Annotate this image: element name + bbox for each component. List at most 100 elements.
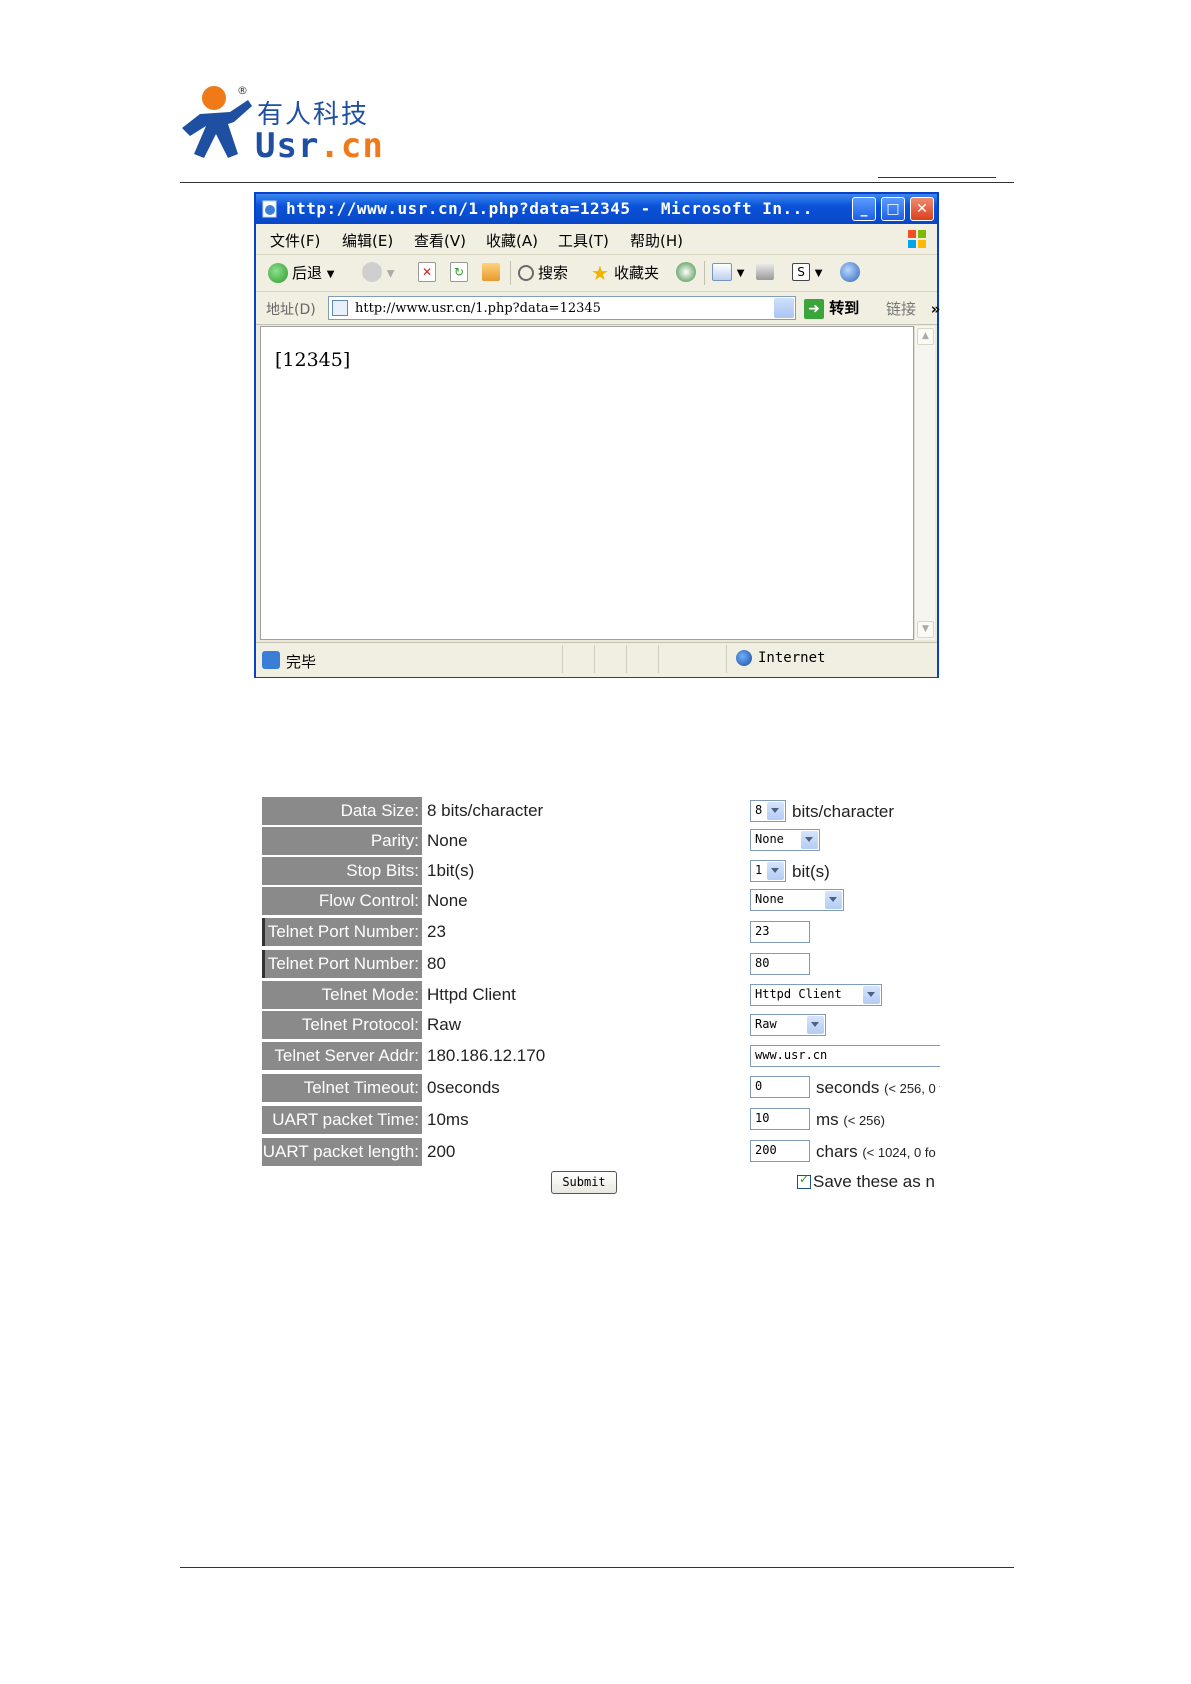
toolbar-separator bbox=[704, 261, 705, 285]
current-parity: None bbox=[427, 831, 468, 850]
links-button[interactable]: 链接 » bbox=[886, 298, 941, 319]
packet-length-clip: 200 chars (< 1024, 0 fo bbox=[750, 1138, 940, 1168]
chevron-down-icon bbox=[825, 891, 842, 909]
submit-button[interactable]: Submit bbox=[551, 1171, 617, 1194]
title-bar[interactable]: http://www.usr.cn/1.php?data=12345 - Mic… bbox=[256, 194, 937, 224]
close-button[interactable]: ✕ bbox=[910, 197, 934, 221]
status-text: 完毕 bbox=[286, 653, 317, 671]
browser-window: http://www.usr.cn/1.php?data=12345 - Mic… bbox=[254, 192, 941, 678]
go-arrow-icon: ➜ bbox=[804, 298, 824, 319]
messenger-button[interactable] bbox=[840, 262, 860, 284]
header-rule bbox=[180, 182, 1014, 183]
toolbar: 后退 ▼ ▼ ✕ ↻ 搜索 ★ 收藏夹 ▼ S ▼ bbox=[256, 255, 937, 292]
stop-icon: ✕ bbox=[418, 262, 436, 282]
label-server-addr: Telnet Server Addr: bbox=[262, 1042, 422, 1070]
chevron-down-icon bbox=[767, 802, 784, 820]
search-icon bbox=[518, 264, 534, 281]
history-icon bbox=[676, 262, 696, 282]
chevron-down-icon bbox=[767, 862, 784, 880]
current-stop-bits: 1bit(s) bbox=[427, 861, 475, 880]
serial-settings-form: Data Size: Parity: Stop Bits: Flow Contr… bbox=[262, 792, 942, 1202]
label-parity: Parity: bbox=[262, 827, 422, 855]
flow-control-select[interactable]: None bbox=[750, 889, 844, 911]
favorites-button[interactable]: ★ 收藏夹 bbox=[590, 262, 659, 284]
close-icon: ✕ bbox=[916, 201, 928, 217]
parity-select[interactable]: None bbox=[750, 829, 820, 851]
telnet-timeout-unit: seconds (< 256, 0 f bbox=[816, 1078, 940, 1098]
server-addr-value: www.usr.cn bbox=[755, 1048, 828, 1062]
header-short-rule bbox=[878, 177, 996, 178]
menu-tools[interactable]: 工具(T) bbox=[558, 230, 609, 251]
mail-button[interactable]: ▼ bbox=[712, 262, 744, 284]
timeout-clip: 0 seconds (< 256, 0 f bbox=[750, 1074, 940, 1104]
save-label-clip: Save these as n bbox=[813, 1170, 940, 1196]
remote-port-input[interactable]: 80 bbox=[750, 953, 810, 975]
label-packet-time: UART packet Time: bbox=[262, 1106, 422, 1134]
scroll-up-icon[interactable]: ▲ bbox=[917, 328, 934, 345]
telnet-protocol-select[interactable]: Raw bbox=[750, 1014, 826, 1036]
save-checkbox[interactable] bbox=[797, 1172, 811, 1189]
data-size-select[interactable]: 8 bbox=[750, 800, 786, 822]
local-port-value: 23 bbox=[755, 924, 770, 938]
status-divider bbox=[726, 645, 727, 673]
status-divider bbox=[594, 645, 595, 673]
history-button[interactable] bbox=[676, 262, 696, 284]
maximize-button[interactable]: □ bbox=[881, 197, 905, 221]
packet-length-hint: (< 1024, 0 fo bbox=[862, 1145, 936, 1160]
menu-edit[interactable]: 编辑(E) bbox=[342, 230, 393, 251]
stop-button[interactable]: ✕ bbox=[418, 262, 436, 284]
minimize-button[interactable]: _ bbox=[852, 197, 876, 221]
page-viewport: [12345] bbox=[260, 326, 914, 640]
address-dropdown-icon[interactable] bbox=[774, 298, 794, 318]
search-button[interactable]: 搜索 bbox=[518, 262, 568, 284]
go-button[interactable]: ➜ 转到 bbox=[804, 297, 859, 319]
status-divider bbox=[658, 645, 659, 673]
scroll-down-icon[interactable]: ▼ bbox=[917, 621, 934, 638]
chevron-down-icon bbox=[801, 831, 818, 849]
packet-length-input[interactable]: 200 bbox=[750, 1140, 810, 1162]
menu-view[interactable]: 查看(V) bbox=[414, 230, 466, 251]
address-url: http://www.usr.cn/1.php?data=12345 bbox=[355, 301, 601, 316]
windows-logo-icon bbox=[908, 230, 926, 248]
telnet-mode-value: Httpd Client bbox=[755, 987, 842, 1001]
refresh-button[interactable]: ↻ bbox=[450, 262, 468, 284]
mail-icon bbox=[712, 262, 732, 281]
edit-button[interactable]: S ▼ bbox=[792, 262, 822, 284]
packet-time-unit: ms (< 256) bbox=[816, 1110, 885, 1130]
search-label: 搜索 bbox=[538, 264, 569, 282]
current-data-size: 8 bits/character bbox=[427, 801, 544, 820]
menu-bar: 文件(F) 编辑(E) 查看(V) 收藏(A) 工具(T) 帮助(H) bbox=[256, 224, 937, 255]
stop-bits-unit: bit(s) bbox=[792, 862, 830, 881]
back-arrow-icon bbox=[268, 262, 288, 283]
refresh-icon: ↻ bbox=[450, 262, 468, 282]
telnet-timeout-input[interactable]: 0 bbox=[750, 1076, 810, 1098]
page-icon bbox=[332, 300, 348, 316]
footer-rule bbox=[180, 1567, 1014, 1568]
label-flow-control: Flow Control: bbox=[262, 887, 422, 915]
label-telnet-mode: Telnet Mode: bbox=[262, 981, 422, 1009]
current-telnet-timeout: 0seconds bbox=[427, 1078, 500, 1097]
menu-file[interactable]: 文件(F) bbox=[270, 230, 320, 251]
local-port-input[interactable]: 23 bbox=[750, 921, 810, 943]
address-input[interactable]: http://www.usr.cn/1.php?data=12345 bbox=[328, 296, 796, 320]
server-addr-clip: www.usr.cn bbox=[750, 1043, 940, 1073]
packet-time-input[interactable]: 10 bbox=[750, 1108, 810, 1130]
server-addr-input[interactable]: www.usr.cn bbox=[750, 1045, 940, 1067]
label-telnet-protocol: Telnet Protocol: bbox=[262, 1011, 422, 1039]
home-button[interactable] bbox=[482, 262, 500, 284]
registered-mark: ® bbox=[237, 84, 248, 97]
menu-favorites[interactable]: 收藏(A) bbox=[486, 230, 538, 251]
stop-bits-select[interactable]: 1 bbox=[750, 860, 786, 882]
print-button[interactable] bbox=[756, 262, 774, 284]
data-size-value: 8 bbox=[755, 803, 763, 817]
telnet-mode-select[interactable]: Httpd Client bbox=[750, 984, 882, 1006]
current-packet-length: 200 bbox=[427, 1142, 456, 1161]
logo-usr-text: Usr.cn bbox=[255, 126, 384, 166]
vertical-scrollbar[interactable]: ▲ ▼ bbox=[914, 326, 935, 640]
company-logo: ® 有人科技 Usr.cn bbox=[180, 84, 383, 166]
forward-button[interactable]: ▼ bbox=[362, 262, 394, 284]
back-button[interactable]: 后退 ▼ bbox=[268, 262, 335, 284]
back-label: 后退 bbox=[292, 264, 323, 282]
status-bar: 完毕 Internet bbox=[256, 642, 937, 677]
menu-help[interactable]: 帮助(H) bbox=[630, 230, 683, 251]
